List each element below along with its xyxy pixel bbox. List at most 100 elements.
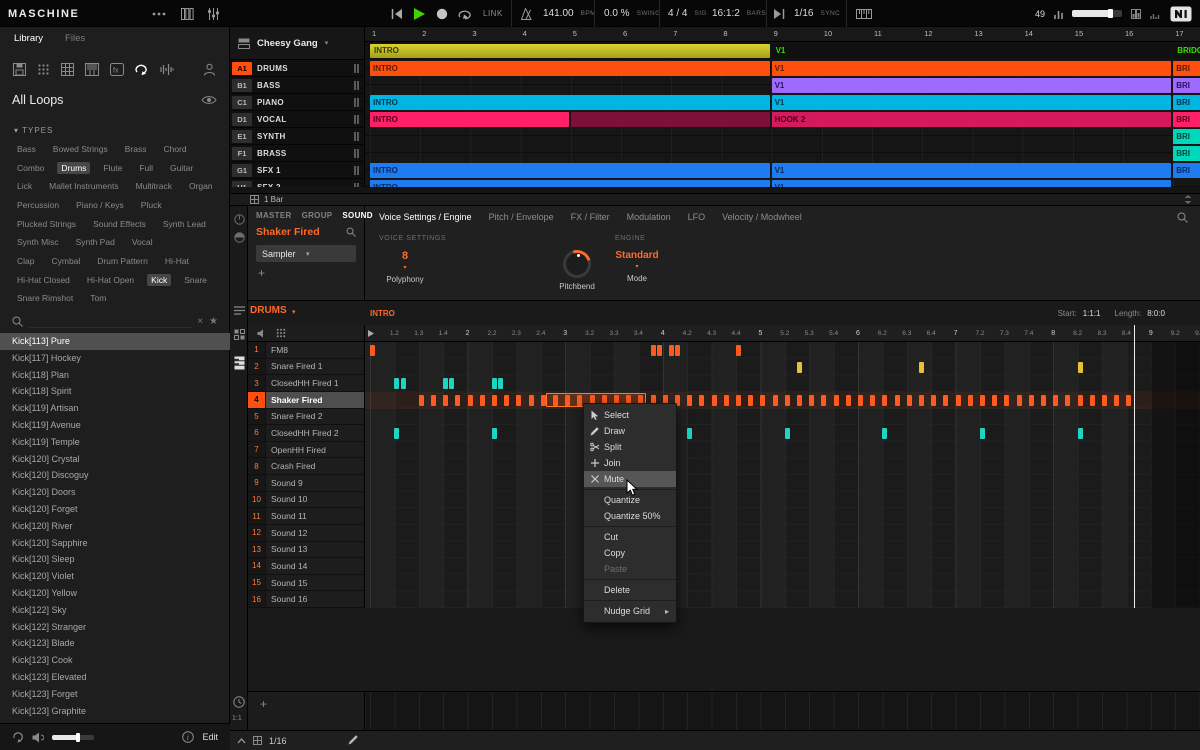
mixer-toggle-icon[interactable]	[207, 0, 220, 27]
favorite-star-icon[interactable]: ★	[209, 316, 218, 327]
search-plugin-icon[interactable]	[346, 227, 356, 237]
note[interactable]	[919, 362, 924, 373]
note[interactable]	[931, 395, 936, 406]
type-tag[interactable]: Combo	[13, 162, 48, 175]
note[interactable]	[1090, 395, 1095, 406]
note[interactable]	[401, 378, 406, 389]
note[interactable]	[943, 395, 948, 406]
section-intro[interactable]: INTRO	[370, 44, 770, 58]
note[interactable]	[712, 395, 717, 406]
plugin-page-icon[interactable]	[234, 232, 245, 243]
note[interactable]	[1017, 395, 1022, 406]
editor-ruler[interactable]: 1.21.31.422.22.32.433.23.33.444.24.34.45…	[365, 325, 1200, 342]
user-icon[interactable]	[203, 63, 216, 76]
note[interactable]	[504, 395, 509, 406]
list-item[interactable]: Kick[120] Forget	[0, 501, 230, 518]
sound-row[interactable]: 6 ClosedHH Fired 2	[248, 425, 364, 442]
sound-row[interactable]: 7 OpenHH Fired	[248, 442, 364, 459]
arranger-timeline[interactable]: 1234567891011121314151617 INTROV1BRIDGE …	[365, 27, 1200, 187]
project-name[interactable]: Cheesy Gang	[257, 38, 318, 49]
resize-handle-icon[interactable]	[1184, 195, 1192, 204]
note[interactable]	[565, 395, 570, 406]
note[interactable]	[968, 395, 973, 406]
note[interactable]	[480, 395, 485, 406]
clip[interactable]: HOOK 2	[772, 112, 1172, 127]
loops-icon[interactable]	[135, 63, 149, 76]
type-tag[interactable]: Synth Lead	[159, 218, 210, 231]
note[interactable]	[760, 395, 765, 406]
subtype-tag[interactable]: Kick	[147, 274, 171, 287]
note[interactable]	[1004, 395, 1009, 406]
menu-item-quantize-50-[interactable]: Quantize 50%	[584, 508, 676, 524]
prehear-volume-slider[interactable]	[52, 735, 94, 740]
automation-lane-grid[interactable]	[365, 692, 1200, 730]
plugin-page-tab[interactable]: Modulation	[627, 212, 671, 222]
count-in-icon[interactable]	[774, 0, 785, 27]
section-v1[interactable]: V1	[772, 44, 1172, 58]
note[interactable]	[687, 428, 692, 439]
arranger-ruler[interactable]: 1234567891011121314151617	[365, 27, 1200, 42]
type-tag[interactable]: Mallet Instruments	[45, 180, 122, 193]
keyboard-icon[interactable]	[856, 0, 872, 27]
type-tag[interactable]: Drums	[57, 162, 90, 175]
clip[interactable]: INTRO	[370, 61, 770, 76]
selected-sound-name[interactable]: Shaker Fired	[256, 226, 346, 238]
note[interactable]	[657, 345, 662, 356]
type-tag[interactable]: Percussion	[13, 199, 63, 212]
arranger-grid-value[interactable]: 1 Bar	[264, 195, 283, 204]
note[interactable]	[834, 395, 839, 406]
list-item[interactable]: Kick[119] Artisan	[0, 400, 230, 417]
type-tag[interactable]: Synth Misc	[13, 236, 63, 249]
keyboard-view-icon[interactable]	[234, 356, 245, 370]
note[interactable]	[858, 395, 863, 406]
pitchbend-knob[interactable]	[563, 250, 591, 278]
clip[interactable]: V1	[772, 95, 1172, 110]
note[interactable]	[1065, 395, 1070, 406]
song-view-icon[interactable]	[238, 38, 250, 49]
note[interactable]	[455, 395, 460, 406]
clip[interactable]: BRI	[1173, 112, 1200, 127]
scope-tab[interactable]: GROUP	[302, 211, 333, 220]
list-item[interactable]: Kick[120] Crystal	[0, 451, 230, 468]
pad-view-icon[interactable]	[276, 328, 286, 338]
list-item[interactable]: Kick[120] Yellow	[0, 585, 230, 602]
tempo-display[interactable]: 141.00 BPM	[543, 0, 596, 27]
prehear-speaker-icon[interactable]	[32, 732, 44, 743]
menu-item-split[interactable]: Split	[584, 439, 676, 455]
list-item[interactable]: Kick[123] Graphite	[0, 703, 230, 720]
note[interactable]	[498, 378, 503, 389]
note[interactable]	[821, 395, 826, 406]
loop-button[interactable]	[457, 0, 473, 27]
search-input[interactable]	[29, 314, 191, 328]
overflow-menu-icon[interactable]	[152, 0, 166, 27]
collapse-chevron-icon[interactable]	[237, 738, 246, 744]
type-tag[interactable]: Piano / Keys	[72, 199, 128, 212]
restart-button[interactable]	[391, 0, 403, 27]
note[interactable]	[1078, 362, 1083, 373]
note[interactable]	[809, 395, 814, 406]
note[interactable]	[1126, 395, 1131, 406]
type-tag[interactable]: Chord	[159, 143, 190, 156]
pattern-list-icon[interactable]	[234, 306, 245, 315]
note[interactable]	[736, 345, 741, 356]
clear-search-icon[interactable]: ×	[197, 316, 203, 327]
sound-row[interactable]: 15 Sound 15	[248, 575, 364, 592]
clip[interactable]: V1	[772, 61, 1172, 76]
mute-speaker-icon[interactable]	[257, 329, 267, 338]
list-item[interactable]: Kick[117] Hockey	[0, 350, 230, 367]
sound-row[interactable]: 10 Sound 10	[248, 492, 364, 509]
note[interactable]	[870, 395, 875, 406]
sound-row[interactable]: 13 Sound 13	[248, 542, 364, 559]
clip[interactable]: V1	[772, 180, 1172, 187]
note[interactable]	[687, 395, 692, 406]
note[interactable]	[1078, 395, 1083, 406]
list-item[interactable]: Kick[120] River	[0, 518, 230, 535]
param-search-icon[interactable]	[1177, 212, 1188, 223]
note[interactable]	[492, 395, 497, 406]
type-tag[interactable]: Brass	[121, 143, 151, 156]
note[interactable]	[797, 362, 802, 373]
clip[interactable]	[571, 112, 770, 127]
list-item[interactable]: Kick[123] Blade	[0, 635, 230, 652]
step-grid[interactable]	[365, 342, 1200, 608]
note[interactable]	[736, 395, 741, 406]
